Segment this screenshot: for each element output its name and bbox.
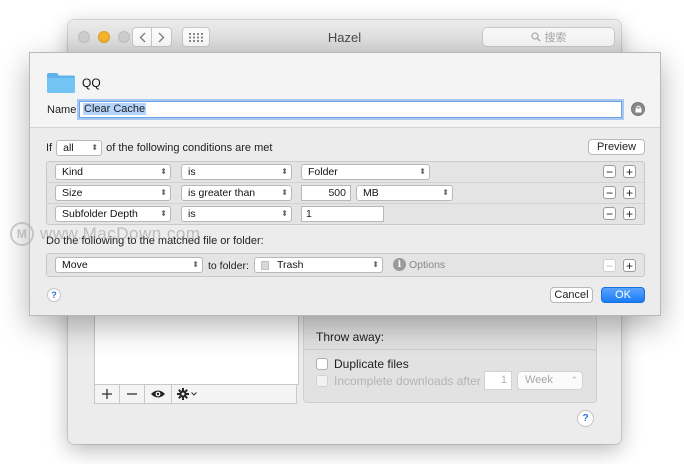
incomplete-count-field[interactable]: 1 bbox=[484, 371, 512, 390]
folder-name: QQ bbox=[82, 76, 101, 90]
up-down-arrows-icon: ⬍ bbox=[160, 188, 167, 197]
up-down-arrows-icon: ⬍ bbox=[281, 167, 288, 176]
duplicate-files-label: Duplicate files bbox=[334, 357, 409, 371]
rule-name-value: Clear Cache bbox=[83, 103, 147, 115]
rules-list-toolbar bbox=[94, 384, 297, 404]
up-down-arrows-icon: ⬍ bbox=[419, 167, 426, 176]
condition-attribute-value: Size bbox=[62, 187, 83, 199]
actions-label: Do the following to the matched file or … bbox=[46, 235, 264, 247]
title-bar: Hazel 搜索 bbox=[68, 20, 621, 55]
trash-icon bbox=[261, 261, 269, 270]
minus-icon bbox=[127, 393, 137, 395]
size-unit-select[interactable]: MB ⬍ bbox=[356, 185, 453, 201]
up-down-arrows-icon: ⬍ bbox=[160, 167, 167, 176]
lock-button[interactable] bbox=[631, 102, 645, 116]
add-condition-button[interactable]: + bbox=[623, 207, 636, 220]
up-down-arrows-icon: ⬍ bbox=[442, 188, 449, 197]
incomplete-downloads-checkbox[interactable] bbox=[316, 375, 328, 387]
search-icon bbox=[530, 32, 540, 42]
duplicate-files-option[interactable]: Duplicate files bbox=[316, 357, 409, 371]
add-rule-button[interactable] bbox=[95, 385, 120, 403]
info-icon: i bbox=[393, 258, 406, 271]
remove-condition-button[interactable]: − bbox=[603, 186, 616, 199]
conditions-suffix: of the following conditions are met bbox=[106, 142, 273, 154]
condition-attribute-value: Kind bbox=[62, 166, 84, 178]
condition-attribute-select[interactable]: Kind ⬍ bbox=[55, 164, 171, 180]
row-divider bbox=[47, 203, 644, 204]
plus-icon bbox=[102, 389, 112, 399]
cancel-button[interactable]: Cancel bbox=[550, 287, 593, 303]
preview-button[interactable]: Preview bbox=[588, 139, 645, 155]
add-condition-button[interactable]: + bbox=[623, 165, 636, 178]
add-condition-button[interactable]: + bbox=[623, 186, 636, 199]
remove-condition-button[interactable]: − bbox=[603, 207, 616, 220]
condition-operator-value: is bbox=[188, 208, 196, 220]
remove-condition-button[interactable]: − bbox=[603, 165, 616, 178]
row-divider bbox=[47, 182, 644, 183]
options-button[interactable]: i Options bbox=[393, 258, 445, 271]
incomplete-unit-select[interactable]: Week ⌃ bbox=[517, 371, 583, 390]
condition-operator-value: is greater than bbox=[188, 187, 256, 199]
conditions-header: If all ⬍ of the following conditions are… bbox=[46, 140, 272, 156]
up-down-arrows-icon: ⬍ bbox=[160, 209, 167, 218]
up-down-arrows-icon: ⬍ bbox=[281, 188, 288, 197]
to-folder-label: to folder: bbox=[208, 260, 249, 272]
action-verb-value: Move bbox=[62, 259, 88, 271]
rule-editor-sheet: QQ Name: Clear Cache If all ⬍ of the fol… bbox=[29, 52, 661, 316]
divider bbox=[304, 349, 596, 350]
add-action-button[interactable]: + bbox=[623, 259, 636, 272]
options-label: Options bbox=[409, 258, 446, 271]
up-down-arrows-icon: ⬍ bbox=[281, 209, 288, 218]
eye-icon bbox=[151, 390, 165, 398]
name-label: Name: bbox=[47, 104, 80, 116]
condition-attribute-value: Subfolder Depth bbox=[62, 208, 138, 220]
destination-folder-value: Trash bbox=[277, 259, 304, 271]
up-down-arrows-icon: ⬍ bbox=[372, 260, 379, 269]
up-down-arrows-icon: ⌃ bbox=[570, 375, 578, 385]
condition-attribute-select[interactable]: Size ⬍ bbox=[55, 185, 171, 201]
condition-attribute-select[interactable]: Subfolder Depth ⬍ bbox=[55, 206, 171, 222]
incomplete-downloads-label: Incomplete downloads after bbox=[334, 374, 481, 388]
search-input[interactable]: 搜索 bbox=[482, 27, 615, 47]
conditions-list: Kind ⬍ is ⬍ Folder ⬍ − + Size ⬍ is great… bbox=[46, 161, 645, 225]
match-mode-select[interactable]: all ⬍ bbox=[56, 140, 103, 156]
remove-rule-button[interactable] bbox=[120, 385, 145, 403]
condition-operator-select[interactable]: is ⬍ bbox=[181, 206, 292, 222]
if-label: If bbox=[46, 142, 53, 154]
remove-action-button[interactable]: − bbox=[603, 259, 616, 272]
actions-list: Move ⬍ to folder: Trash ⬍ i Options − + bbox=[46, 253, 645, 277]
ok-button[interactable]: OK bbox=[601, 287, 645, 303]
match-mode-value: all bbox=[63, 142, 74, 154]
incomplete-downloads-option[interactable]: Incomplete downloads after bbox=[316, 374, 481, 388]
depth-value-input[interactable]: 1 bbox=[301, 206, 384, 222]
rules-list[interactable] bbox=[94, 316, 299, 385]
action-verb-select[interactable]: Move ⬍ bbox=[55, 257, 203, 273]
search-placeholder: 搜索 bbox=[544, 32, 567, 44]
rule-name-input[interactable]: Clear Cache bbox=[79, 101, 622, 118]
size-unit-value: MB bbox=[363, 187, 379, 199]
duplicate-files-checkbox[interactable] bbox=[316, 358, 328, 370]
destination-folder-select[interactable]: Trash ⬍ bbox=[254, 257, 383, 273]
condition-value-select[interactable]: Folder ⬍ bbox=[301, 164, 430, 180]
throw-away-title: Throw away: bbox=[316, 330, 385, 344]
sheet-help-button[interactable]: ? bbox=[47, 288, 61, 302]
gear-icon bbox=[177, 388, 189, 400]
folder-icon bbox=[47, 73, 75, 93]
up-down-arrows-icon: ⬍ bbox=[91, 143, 99, 152]
condition-value: Folder bbox=[308, 166, 338, 178]
condition-operator-select[interactable]: is greater than ⬍ bbox=[181, 185, 292, 201]
window-help-button[interactable]: ? bbox=[577, 410, 594, 427]
condition-operator-select[interactable]: is ⬍ bbox=[181, 164, 292, 180]
size-value-input[interactable]: 500 bbox=[301, 185, 351, 201]
condition-operator-value: is bbox=[188, 166, 196, 178]
rule-action-menu[interactable] bbox=[172, 385, 202, 403]
incomplete-unit-value: Week bbox=[525, 374, 553, 386]
preview-rule-button[interactable] bbox=[145, 385, 172, 403]
rule-header: QQ Name: Clear Cache bbox=[30, 53, 660, 128]
up-down-arrows-icon: ⬍ bbox=[192, 260, 199, 269]
lock-icon bbox=[635, 105, 641, 113]
throw-away-panel: Throw away: Duplicate files Incomplete d… bbox=[303, 316, 597, 403]
chevron-down-icon bbox=[191, 392, 197, 396]
